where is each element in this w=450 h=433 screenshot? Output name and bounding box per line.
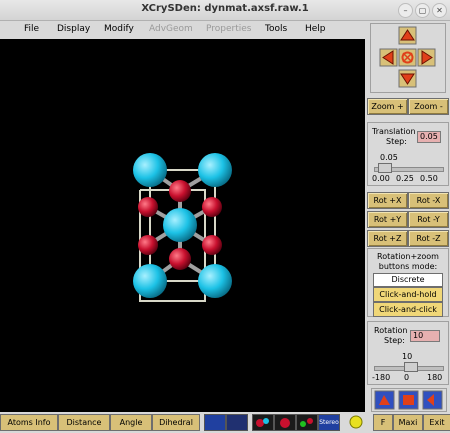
- translation-tick-mid: 0.25: [396, 174, 414, 183]
- bottom-toolbar: Atoms Info Distance Angle Dihedral Stere…: [0, 413, 450, 431]
- maxi-button[interactable]: Maxi: [393, 414, 423, 431]
- translation-slider-value: 0.05: [380, 153, 398, 162]
- arrow-pad: [370, 23, 446, 93]
- display-mode-icon-2[interactable]: [226, 414, 248, 431]
- rot-plus-x-button[interactable]: Rot +X: [367, 192, 408, 209]
- minimize-button[interactable]: –: [398, 3, 413, 18]
- crystal-structure[interactable]: [0, 39, 365, 412]
- translation-slider-knob[interactable]: [378, 163, 392, 173]
- atoms-info-button[interactable]: Atoms Info: [0, 414, 58, 431]
- ball-stick-icon[interactable]: [252, 414, 274, 431]
- display-mode-icon-1[interactable]: [204, 414, 226, 431]
- rotation-tick-min: -180: [372, 373, 391, 382]
- view-mode-icons: [371, 388, 447, 412]
- rot-plus-y-button[interactable]: Rot +Y: [367, 211, 408, 228]
- stereo-button[interactable]: Stereo: [318, 414, 340, 431]
- menu-advgeom[interactable]: AdvGeom: [149, 24, 193, 34]
- rotation-slider-value: 10: [402, 352, 413, 361]
- titanium-atoms[interactable]: [133, 153, 232, 298]
- title-bar: XCrySDen: dynmat.axsf.raw.1 – ▢ ✕: [0, 0, 450, 21]
- angle-button[interactable]: Angle: [110, 414, 152, 431]
- zoom-out-button[interactable]: Zoom -: [408, 98, 449, 115]
- translation-box: Translation Step: 0.05 0.05 0.00 0.25 0.…: [367, 122, 449, 186]
- mode-click-and-click-option[interactable]: Click-and-click: [373, 302, 443, 317]
- zoom-in-button[interactable]: Zoom +: [367, 98, 408, 115]
- maximize-button[interactable]: ▢: [415, 3, 430, 18]
- rotation-step-field[interactable]: 10: [410, 330, 440, 342]
- translation-tick-max: 0.50: [420, 174, 438, 183]
- mode-discrete-option[interactable]: Discrete: [373, 273, 443, 287]
- window-title: XCrySDen: dynmat.axsf.raw.1: [141, 3, 309, 14]
- translation-step-field[interactable]: 0.05: [417, 131, 441, 143]
- rot-minus-y-button[interactable]: Rot -Y: [408, 211, 449, 228]
- mode-click-and-hold-option[interactable]: Click-and-hold: [373, 287, 443, 302]
- buttons-mode-box: Rotation+zoom buttons mode: Discrete Cli…: [367, 248, 449, 317]
- rotation-label: Rotation: [374, 326, 408, 335]
- mode-title-line2: buttons mode:: [378, 262, 438, 271]
- close-button[interactable]: ✕: [432, 3, 447, 18]
- exit-button[interactable]: Exit: [423, 414, 450, 431]
- structure-viewport[interactable]: [0, 39, 365, 412]
- menu-file[interactable]: File: [24, 24, 39, 34]
- rot-plus-z-button[interactable]: Rot +Z: [367, 230, 408, 247]
- rotation-tick-mid: 0: [404, 373, 410, 382]
- rotation-tick-max: 180: [427, 373, 443, 382]
- wireframe-icon[interactable]: [296, 414, 318, 431]
- f-button[interactable]: F: [373, 414, 393, 431]
- menu-properties[interactable]: Properties: [206, 24, 251, 34]
- dihedral-button[interactable]: Dihedral: [152, 414, 200, 431]
- rotation-step-label: Step:: [384, 336, 405, 345]
- rotation-box: Rotation Step: 10 10 -180 0 180: [367, 321, 449, 385]
- distance-button[interactable]: Distance: [58, 414, 110, 431]
- rotation-slider-knob[interactable]: [404, 362, 418, 372]
- control-panel: Zoom + Zoom - Translation Step: 0.05 0.0…: [366, 21, 450, 412]
- mode-title-line1: Rotation+zoom: [377, 252, 439, 261]
- space-fill-icon[interactable]: [274, 414, 296, 431]
- orthographic-icon: [403, 395, 414, 405]
- menu-display[interactable]: Display: [57, 24, 90, 34]
- menu-modify[interactable]: Modify: [104, 24, 134, 34]
- rot-minus-x-button[interactable]: Rot -X: [408, 192, 449, 209]
- menu-help[interactable]: Help: [305, 24, 326, 34]
- light-bulb-icon[interactable]: [346, 414, 366, 429]
- menu-tools[interactable]: Tools: [265, 24, 287, 34]
- translation-label: Translation: [372, 127, 416, 136]
- translation-tick-min: 0.00: [372, 174, 390, 183]
- rot-minus-z-button[interactable]: Rot -Z: [408, 230, 449, 247]
- menu-bar: File Display Modify AdvGeom Properties T…: [0, 21, 365, 39]
- translation-step-label: Step:: [386, 137, 407, 146]
